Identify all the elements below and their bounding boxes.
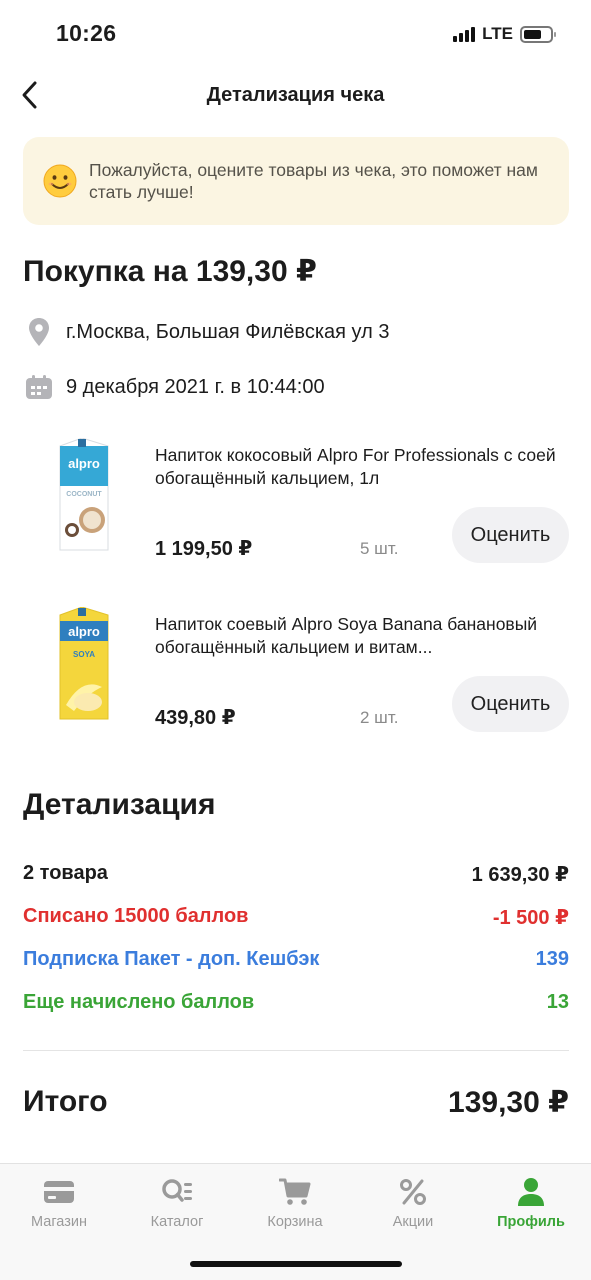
- profile-icon: [517, 1174, 545, 1210]
- location-pin-icon: [23, 316, 55, 348]
- tab-label: Магазин: [31, 1214, 87, 1230]
- network-type: LTE: [482, 24, 513, 43]
- total-label: Итого: [23, 1085, 108, 1118]
- product-image: alpro COCONUT: [59, 438, 109, 551]
- rate-button[interactable]: Оценить: [452, 507, 569, 563]
- pack-flavor: SOYA: [73, 650, 95, 659]
- smiley-icon: [43, 164, 77, 198]
- detail-label: 2 товара: [23, 862, 108, 884]
- product-quantity: 5 шт.: [360, 539, 399, 558]
- page-title: Детализация чека: [206, 84, 385, 106]
- detail-row-points-spent: Списано 15000 баллов -1 500 ₽: [23, 905, 569, 930]
- details-title: Детализация: [23, 788, 216, 821]
- tab-cart[interactable]: Корзина: [236, 1174, 354, 1230]
- tab-label: Акции: [392, 1214, 434, 1230]
- product-item: alpro SOYA Напиток соевый Alpro Soya Ban…: [0, 607, 591, 757]
- battery-icon: [520, 25, 556, 43]
- signal-icon: [453, 26, 476, 42]
- product-item: alpro COCONUT Напиток кокосовый Alpro Fo…: [0, 438, 591, 588]
- pack-flavor: COCONUT: [66, 491, 102, 498]
- tab-profile[interactable]: Профиль: [472, 1174, 590, 1230]
- tab-label: Профиль: [497, 1214, 565, 1230]
- rate-banner: Пожалуйста, оцените товары из чека, это …: [23, 137, 569, 225]
- pack-brand: alpro: [68, 624, 100, 639]
- status-indicators: LTE: [453, 24, 556, 44]
- home-indicator[interactable]: [190, 1261, 402, 1267]
- product-price: 1 199,50 ₽: [155, 538, 253, 560]
- banner-text: Пожалуйста, оцените товары из чека, это …: [89, 160, 538, 202]
- tab-catalog[interactable]: Каталог: [118, 1174, 236, 1230]
- total-row: Итого 139,30 ₽: [23, 1085, 569, 1120]
- detail-label: Еще начислено баллов: [23, 991, 255, 1013]
- detail-value: 139: [535, 948, 569, 970]
- detail-value: 13: [546, 991, 569, 1013]
- detail-label: Подписка Пакет - доп. Кешбэк: [23, 948, 320, 970]
- catalog-search-icon: [161, 1174, 193, 1210]
- purchase-title: Покупка на 139,30 ₽: [23, 255, 317, 288]
- rate-button[interactable]: Оценить: [452, 676, 569, 732]
- product-image: alpro SOYA: [59, 607, 109, 720]
- address-row: г.Москва, Большая Филёвская ул 3: [23, 316, 389, 348]
- tab-promotions[interactable]: Акции: [354, 1174, 472, 1230]
- tab-shop[interactable]: Магазин: [0, 1174, 118, 1230]
- address-text: г.Москва, Большая Филёвская ул 3: [66, 320, 390, 343]
- detail-label: Списано 15000 баллов: [23, 905, 249, 927]
- percent-icon: [399, 1174, 427, 1210]
- tab-label: Каталог: [150, 1214, 204, 1230]
- pack-brand: alpro: [68, 456, 100, 471]
- detail-value: -1 500 ₽: [492, 907, 569, 929]
- card-icon: [43, 1174, 75, 1210]
- status-time: 10:26: [56, 20, 117, 46]
- product-name: Напиток кокосовый Alpro For Professional…: [155, 445, 556, 488]
- divider: [23, 1050, 569, 1051]
- nav-bar: Детализация чека: [0, 66, 591, 126]
- detail-row-points-earned: Еще начислено баллов 13: [23, 991, 569, 1014]
- detail-row-items: 2 товара 1 639,30 ₽: [23, 862, 569, 887]
- datetime-text: 9 декабря 2021 г. в 10:44:00: [66, 375, 325, 398]
- status-bar: 10:26 LTE: [0, 0, 591, 66]
- detail-value: 1 639,30 ₽: [471, 864, 569, 886]
- total-value: 139,30 ₽: [448, 1086, 569, 1119]
- datetime-row: 9 декабря 2021 г. в 10:44:00: [23, 371, 325, 403]
- product-price: 439,80 ₽: [155, 707, 236, 729]
- tab-label: Корзина: [267, 1214, 323, 1230]
- detail-row-subscription: Подписка Пакет - доп. Кешбэк 139: [23, 948, 569, 971]
- cart-icon: [279, 1174, 311, 1210]
- product-name: Напиток соевый Alpro Soya Banana бананов…: [155, 614, 538, 657]
- calendar-icon: [23, 371, 55, 403]
- product-quantity: 2 шт.: [360, 708, 399, 727]
